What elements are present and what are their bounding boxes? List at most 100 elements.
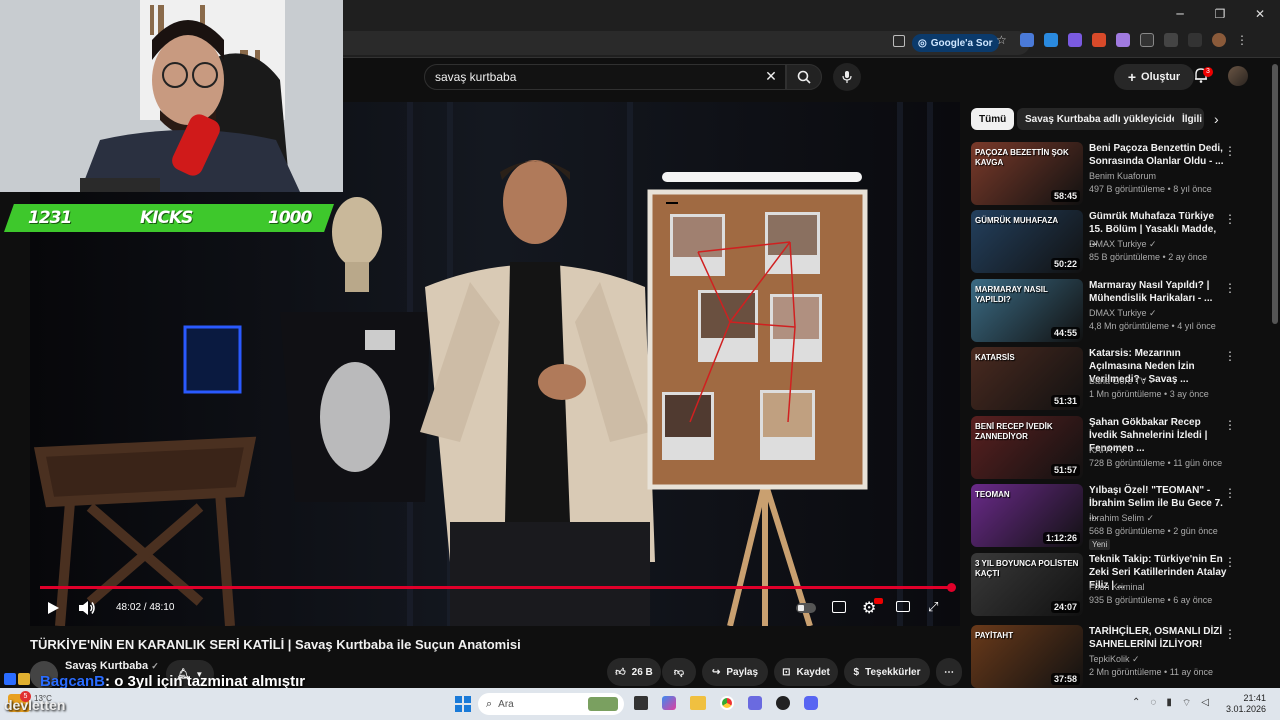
mic-tray-icon[interactable]: ▮ [1166,697,1172,710]
more-vertical-icon[interactable]: ⋮ [1224,212,1236,226]
voice-search-button[interactable] [833,63,861,91]
recommendation-thumbnail[interactable]: PAYİTAHT 37:58 [971,625,1083,688]
recommendation-item[interactable]: GÜMRÜK MUHAFAZA 50:22 Gümrük Muhafaza Türk… [971,210,1246,274]
more-vertical-icon[interactable]: ⋮ [1224,281,1236,295]
progress-scrubber[interactable] [947,583,956,592]
create-button[interactable]: + Oluştur [1114,64,1194,90]
google-ask-label: Google'a Sor [930,37,993,49]
ext-icon-3[interactable] [1068,33,1082,47]
windows-start-icon[interactable] [455,696,471,712]
play-button[interactable] [46,601,60,615]
recommendation-title[interactable]: TARİHÇİLER, OSMANLI DİZİ SAHNELERİNİ İZL… [1089,625,1227,651]
recommendation-channel[interactable]: Foon Kriminal [1089,582,1145,592]
subtitles-icon[interactable] [832,601,846,613]
more-vertical-icon[interactable]: ⋮ [1224,627,1236,641]
minimize-icon[interactable]: ─ [1160,0,1200,28]
volume-button[interactable] [78,600,96,616]
recommendation-title[interactable]: Beni Paçoza Benzettin Dedi, Sonrasında O… [1089,142,1227,168]
autoplay-toggle[interactable] [796,603,816,613]
more-vertical-icon[interactable]: ⋮ [1224,555,1236,569]
chevron-up-icon[interactable]: ⌃ [1132,697,1140,710]
recommendation-thumbnail[interactable]: BENİ RECEP İVEDİK ZANNEDİYOR 51:57 [971,416,1083,479]
star-icon[interactable]: ☆ [996,33,1010,47]
recommendation-thumbnail[interactable]: TEOMAN 1:12:26 [971,484,1083,547]
obs-icon[interactable] [776,696,790,710]
recommendation-item[interactable]: TEOMAN 1:12:26 Yılbaşı Özel! "TEOMAN" - İb… [971,484,1246,550]
ext-icon-2[interactable] [1044,33,1058,47]
recommendation-channel[interactable]: DMAX Turkiye ✓ [1089,308,1157,319]
chat-badge-icon-2 [18,673,30,685]
chip-related[interactable]: İlgili [1174,108,1204,130]
play-icon [48,602,59,614]
search-button[interactable] [786,64,822,90]
ext-icon-4[interactable] [1092,33,1106,47]
more-vertical-icon[interactable]: ⋮ [1224,418,1236,432]
copilot-icon[interactable] [662,696,676,710]
recommendation-title[interactable]: Marmaray Nasıl Yapıldı? | Mühendislik Ha… [1089,279,1227,305]
recommendation-item[interactable]: MARMARAY NASIL YAPILDI? 44:55 Marmaray Nas… [971,279,1246,343]
ext-icon-6[interactable] [1140,33,1154,47]
recommendation-channel[interactable]: TepkiKolik ✓ [1089,654,1140,665]
recommendation-channel[interactable]: Benim Kuaforum [1089,171,1156,181]
maximize-icon[interactable]: ❐ [1200,0,1240,28]
speaker-icon[interactable]: ◁ [1201,697,1209,710]
share-button[interactable]: ↪ Paylaş [702,658,768,686]
verified-icon: ✓ [151,661,159,671]
taskbar-search[interactable]: ⌕ Ara [478,693,624,715]
cast-icon[interactable] [893,35,905,47]
duration-badge: 58:45 [1050,190,1080,202]
more-vertical-icon[interactable]: ⋮ [1224,144,1236,158]
taskbar-clock[interactable]: 21:41 3.01.2026 [1226,693,1266,715]
translate-ext-icon[interactable] [1020,33,1034,47]
recommendation-channel[interactable]: Bana Göre TV ✓ [1089,376,1156,387]
scrollbar[interactable] [1272,64,1278,324]
recommendation-thumbnail[interactable]: PAÇOZA BEZETTİN ŞOK KAVGA 58:45 [971,142,1083,205]
miniplayer-icon[interactable] [896,601,910,612]
network-icon[interactable]: ◌ [1150,697,1156,710]
recommendation-item[interactable]: 3 YIL BOYUNCA POLİSTEN KAÇTI 24:07 Teknik … [971,553,1246,617]
discord-icon[interactable] [804,696,818,710]
more-actions-button[interactable]: ⋯ [936,658,962,686]
recommendation-meta: 568 B görüntüleme • 2 gün önce [1089,526,1218,536]
save-button[interactable]: ⊡ Kaydet [774,658,838,686]
thanks-button[interactable]: $ Teşekkürler [844,658,930,686]
recommendation-item[interactable]: PAÇOZA BEZETTİN ŞOK KAVGA 58:45 Beni Paçoz… [971,142,1246,206]
task-view-icon[interactable] [634,696,648,710]
recommendation-item[interactable]: PAYİTAHT 37:58 TARİHÇİLER, OSMANLI DİZİ SA… [971,625,1246,689]
close-window-icon[interactable]: ✕ [1240,0,1280,28]
recommendation-thumbnail[interactable]: KATARSİS 51:31 [971,347,1083,410]
recommendation-meta: 728 B görüntüleme • 11 gün önce [1089,458,1223,468]
extensions-icon[interactable] [1164,33,1178,47]
chip-uploader[interactable]: Savaş Kurtbaba adlı yükleyiciden [1017,108,1192,130]
menu-icon[interactable]: ⋮ [1236,33,1250,47]
chrome-icon[interactable] [720,696,734,710]
search-input[interactable]: savaş kurtbaba [424,64,786,90]
recommendation-channel[interactable]: KAFA TV ✓ [1089,445,1135,456]
recommendation-item[interactable]: BENİ RECEP İVEDİK ZANNEDİYOR 51:57 Şahan G… [971,416,1246,480]
webcam-overlay [0,0,343,192]
more-vertical-icon[interactable]: ⋮ [1224,349,1236,363]
reading-list-icon[interactable] [1188,33,1202,47]
recommendation-thumbnail[interactable]: 3 YIL BOYUNCA POLİSTEN KAÇTI 24:07 [971,553,1083,616]
dislike-button[interactable]: 👎︎ [662,658,696,686]
recommendation-item[interactable]: KATARSİS 51:31 Katarsis: Mezarının Açılmas… [971,347,1246,411]
recommendation-thumbnail[interactable]: GÜMRÜK MUHAFAZA 50:22 [971,210,1083,273]
chip-all[interactable]: Tümü [971,108,1015,130]
google-ask-button[interactable]: ◎ Google'a Sor [912,34,999,52]
profile-icon[interactable] [1212,33,1226,47]
wifi-icon[interactable]: ⌔ [1182,697,1191,710]
progress-fill [40,586,952,589]
channel-name-row[interactable]: Savaş Kurtbaba ✓ [65,660,159,672]
recommendation-channel[interactable]: DMAX Turkiye ✓ [1089,239,1157,250]
chevron-right-icon[interactable]: › [1214,111,1219,127]
like-button[interactable]: 👍︎ 26 B [607,658,661,686]
fullscreen-icon[interactable]: ⤢ [928,600,938,615]
ext-icon-5[interactable] [1116,33,1130,47]
clear-search-icon[interactable]: ✕ [762,67,780,85]
account-avatar[interactable] [1228,66,1248,86]
file-explorer-icon[interactable] [690,696,706,710]
recommendation-channel[interactable]: İbrahim Selim ✓ [1089,513,1154,524]
snipping-tool-icon[interactable] [748,696,762,710]
more-vertical-icon[interactable]: ⋮ [1224,486,1236,500]
recommendation-thumbnail[interactable]: MARMARAY NASIL YAPILDI? 44:55 [971,279,1083,342]
